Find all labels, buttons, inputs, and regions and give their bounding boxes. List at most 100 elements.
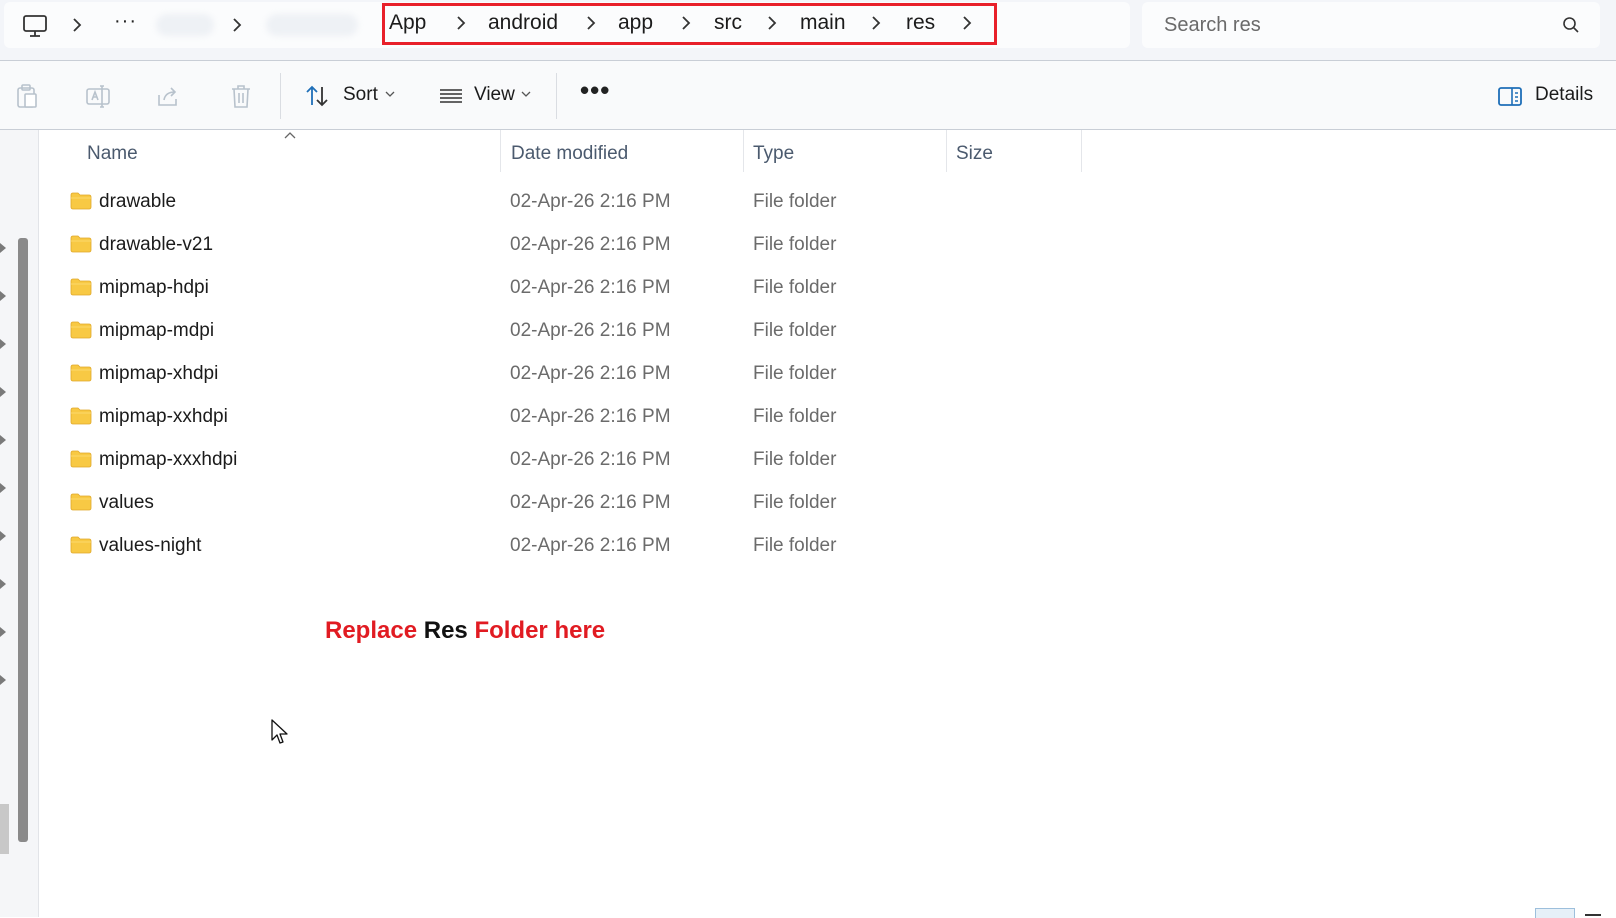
- chevron-down-icon[interactable]: [521, 91, 531, 98]
- chevron-right-icon[interactable]: [765, 13, 779, 33]
- file-date: 02-Apr-26 2:16 PM: [510, 363, 671, 384]
- expand-arrow-icon[interactable]: [0, 627, 6, 637]
- annotation-text: Replace Res Folder here: [325, 617, 605, 645]
- annotation-part-2: Res: [423, 617, 468, 644]
- file-row[interactable]: mipmap-xxxhdpi 02-Apr-26 2:16 PM File fold…: [60, 440, 1080, 480]
- expand-arrow-icon[interactable]: [0, 243, 6, 253]
- chevron-right-icon[interactable]: [960, 13, 974, 33]
- file-row[interactable]: values-night 02-Apr-26 2:16 PM File folder: [60, 526, 1080, 566]
- folder-icon: [70, 450, 92, 468]
- file-name[interactable]: values: [99, 492, 154, 514]
- file-row[interactable]: values 02-Apr-26 2:16 PM File folder: [60, 483, 1080, 523]
- scrollbar-thumb[interactable]: [0, 804, 9, 854]
- breadcrumb-overflow-button[interactable]: ···: [114, 10, 137, 33]
- file-date: 02-Apr-26 2:16 PM: [510, 191, 671, 212]
- breadcrumb-src[interactable]: src: [714, 11, 742, 35]
- toolbar-separator: [280, 73, 281, 119]
- file-name[interactable]: drawable-v21: [99, 234, 213, 256]
- column-header-type[interactable]: Type: [753, 143, 794, 165]
- file-name[interactable]: mipmap-xxhdpi: [99, 406, 228, 428]
- file-row[interactable]: drawable 02-Apr-26 2:16 PM File folder: [60, 182, 1080, 222]
- expand-arrow-icon[interactable]: [0, 579, 6, 589]
- share-icon[interactable]: [156, 83, 182, 109]
- search-box[interactable]: [1142, 2, 1600, 48]
- expand-arrow-icon[interactable]: [0, 387, 6, 397]
- chevron-down-icon[interactable]: [385, 91, 395, 98]
- rename-icon[interactable]: [85, 83, 111, 109]
- file-row[interactable]: mipmap-mdpi 02-Apr-26 2:16 PM File folder: [60, 311, 1080, 351]
- chevron-right-icon[interactable]: [230, 15, 244, 35]
- column-divider[interactable]: [946, 130, 947, 172]
- column-header-size[interactable]: Size: [956, 143, 993, 165]
- mouse-cursor-icon: [271, 719, 288, 744]
- breadcrumb-android[interactable]: android: [488, 11, 558, 35]
- file-row[interactable]: mipmap-xxhdpi 02-Apr-26 2:16 PM File folde…: [60, 397, 1080, 437]
- chevron-right-icon[interactable]: [454, 13, 468, 33]
- file-type: File folder: [753, 234, 837, 255]
- file-date: 02-Apr-26 2:16 PM: [510, 277, 671, 298]
- file-name[interactable]: values-night: [99, 535, 201, 557]
- folder-icon: [70, 192, 92, 210]
- trash-icon[interactable]: [228, 83, 254, 109]
- view-list-icon[interactable]: [438, 83, 464, 109]
- clipboard-icon[interactable]: [14, 83, 40, 109]
- chevron-right-icon[interactable]: [869, 13, 883, 33]
- column-divider[interactable]: [500, 130, 501, 172]
- file-date: 02-Apr-26 2:16 PM: [510, 234, 671, 255]
- file-type: File folder: [753, 191, 837, 212]
- column-divider[interactable]: [1081, 130, 1082, 172]
- folder-icon: [70, 407, 92, 425]
- file-name[interactable]: mipmap-xxxhdpi: [99, 449, 237, 471]
- folder-icon: [70, 493, 92, 511]
- chevron-right-icon[interactable]: [584, 13, 598, 33]
- breadcrumb-app[interactable]: App: [389, 11, 426, 35]
- breadcrumb-res[interactable]: res: [906, 11, 935, 35]
- expand-arrow-icon[interactable]: [0, 291, 6, 301]
- command-bar: Sort View ••• Details: [0, 61, 1616, 130]
- view-button[interactable]: View: [474, 84, 515, 106]
- column-header-date[interactable]: Date modified: [511, 143, 628, 165]
- file-row[interactable]: mipmap-xhdpi 02-Apr-26 2:16 PM File folder: [60, 354, 1080, 394]
- chevron-right-icon[interactable]: [70, 15, 84, 35]
- search-input[interactable]: [1162, 10, 1546, 40]
- folder-icon: [70, 235, 92, 253]
- file-date: 02-Apr-26 2:16 PM: [510, 492, 671, 513]
- file-name[interactable]: drawable: [99, 191, 176, 213]
- file-name[interactable]: mipmap-hdpi: [99, 277, 209, 299]
- file-row[interactable]: drawable-v21 02-Apr-26 2:16 PM File folder: [60, 225, 1080, 265]
- folder-icon: [70, 278, 92, 296]
- file-type: File folder: [753, 492, 837, 513]
- breadcrumb-app-dir[interactable]: app: [618, 11, 653, 35]
- chevron-right-icon[interactable]: [679, 13, 693, 33]
- file-row[interactable]: mipmap-hdpi 02-Apr-26 2:16 PM File folder: [60, 268, 1080, 308]
- file-type: File folder: [753, 449, 837, 470]
- more-options-button[interactable]: •••: [580, 75, 610, 106]
- toolbar-separator: [556, 73, 557, 119]
- expand-arrow-icon[interactable]: [0, 675, 6, 685]
- file-name[interactable]: mipmap-mdpi: [99, 320, 214, 342]
- sort-button[interactable]: Sort: [343, 84, 378, 106]
- navigation-scrollbar[interactable]: [18, 238, 28, 842]
- file-type: File folder: [753, 320, 837, 341]
- sort-arrows-icon[interactable]: [305, 83, 331, 109]
- view-toggle-button[interactable]: [1585, 914, 1601, 916]
- column-divider[interactable]: [743, 130, 744, 172]
- details-button[interactable]: Details: [1535, 84, 1593, 106]
- search-icon[interactable]: [1562, 16, 1580, 34]
- expand-arrow-icon[interactable]: [0, 531, 6, 541]
- file-date: 02-Apr-26 2:16 PM: [510, 535, 671, 556]
- file-type: File folder: [753, 406, 837, 427]
- breadcrumb-main[interactable]: main: [800, 11, 846, 35]
- file-type: File folder: [753, 363, 837, 384]
- monitor-icon[interactable]: [22, 14, 48, 38]
- pane-divider[interactable]: [38, 130, 39, 917]
- folder-icon: [70, 536, 92, 554]
- expand-arrow-icon[interactable]: [0, 435, 6, 445]
- column-header-name[interactable]: Name: [87, 143, 138, 165]
- file-date: 02-Apr-26 2:16 PM: [510, 320, 671, 341]
- expand-arrow-icon[interactable]: [0, 483, 6, 493]
- folder-icon: [70, 321, 92, 339]
- expand-arrow-icon[interactable]: [0, 339, 6, 349]
- file-name[interactable]: mipmap-xhdpi: [99, 363, 218, 385]
- details-pane-icon[interactable]: [1497, 83, 1523, 109]
